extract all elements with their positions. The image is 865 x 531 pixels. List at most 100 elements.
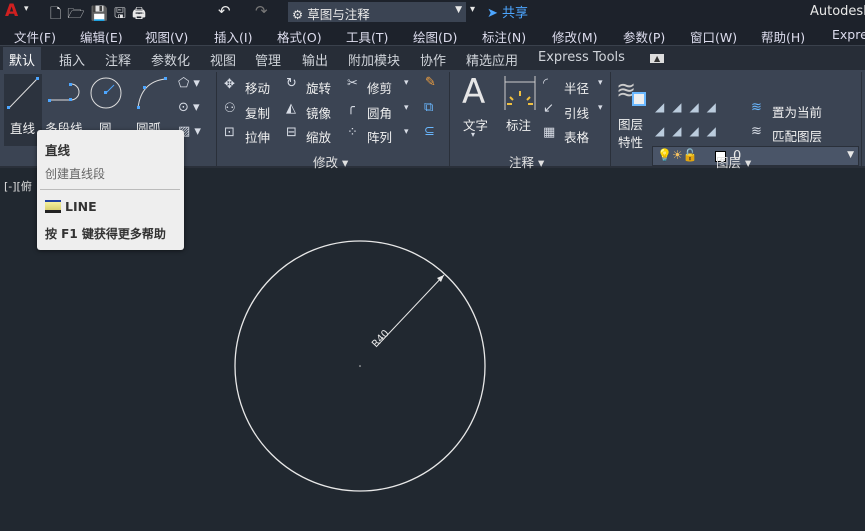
chevron-down-icon[interactable]: ▾ [404, 78, 409, 88]
tab-insert[interactable]: 插入 [59, 50, 85, 69]
tab-parametric[interactable]: 参数化 [151, 50, 190, 69]
annotation-panel-label: 注释 [509, 155, 535, 170]
menu-file[interactable]: 文件(F) [14, 27, 56, 46]
ribbon-tabs: 默认 插入 注释 参数化 视图 管理 输出 附加模块 协作 精选应用 Expre… [0, 46, 865, 70]
chevron-down-icon[interactable]: ▾ [598, 78, 603, 88]
tab-annotate[interactable]: 注释 [105, 50, 131, 69]
app-title: Autodesk [810, 4, 865, 19]
radius-button[interactable]: 半径 [564, 78, 589, 97]
menu-tools[interactable]: 工具(T) [346, 27, 388, 46]
send-icon: ➤ [487, 6, 498, 21]
tooltip-help: 按 F1 键获得更多帮助 [45, 227, 166, 241]
scale-button[interactable]: 缩放 [306, 127, 331, 146]
text-button[interactable]: 文字 [463, 115, 488, 134]
leader-button[interactable]: 引线 [564, 103, 589, 122]
chevron-down-icon[interactable]: ▾ [404, 127, 409, 137]
redo-icon[interactable]: ↷ [255, 2, 268, 20]
mirror-icon: ◭ [286, 101, 296, 116]
menu-bar: 文件(F) 编辑(E) 视图(V) 插入(I) 格式(O) 工具(T) 绘图(D… [0, 24, 865, 46]
menu-help[interactable]: 帮助(H) [761, 27, 805, 46]
layers-panel-title[interactable]: 图层 ▾ [716, 152, 751, 171]
radius-icon: ◜ [543, 76, 549, 91]
menu-express[interactable]: Expre [832, 27, 865, 42]
copy-button[interactable]: 复制 [245, 103, 270, 122]
line-icon [7, 77, 39, 109]
layers-panel-label: 图层 [716, 155, 742, 170]
workspace-dropdown[interactable]: ⚙ 草图与注释 ▼ [288, 2, 466, 22]
undo-icon[interactable]: ↶ [218, 2, 231, 20]
stretch-button[interactable]: 拉伸 [245, 127, 270, 146]
offset-icon[interactable]: ⊆ [424, 124, 435, 139]
modify-panel-label: 修改 [313, 155, 339, 170]
polyline-icon [48, 83, 80, 102]
table-button[interactable]: 表格 [564, 127, 589, 146]
modify-panel-title[interactable]: 修改 ▾ [313, 152, 348, 171]
rotate-icon: ↻ [286, 76, 297, 91]
layer-dropdown[interactable]: 💡☀🔓 0 ▼ [652, 146, 859, 166]
menu-modify[interactable]: 修改(M) [552, 27, 598, 46]
command-icon [45, 200, 61, 213]
trim-button[interactable]: 修剪 [367, 78, 392, 97]
customize-icon[interactable]: ▾ [470, 4, 475, 15]
circle-icon [90, 77, 122, 109]
menu-parametric[interactable]: 参数(P) [623, 27, 665, 46]
line-label: 直线 [10, 121, 36, 136]
center-mark [359, 365, 361, 367]
tooltip-description: 创建直线段 [45, 167, 106, 181]
tooltip-divider [40, 189, 180, 190]
menu-view[interactable]: 视图(V) [145, 27, 188, 46]
dimension-icon[interactable] [503, 76, 537, 110]
gear-icon: ⚙ [292, 7, 304, 22]
app-menu-dropdown-icon[interactable]: ▾ [24, 4, 29, 14]
chevron-down-icon: ▼ [847, 150, 854, 160]
chevron-down-icon[interactable]: ▾ [404, 103, 409, 113]
tab-default[interactable]: 默认 [3, 47, 42, 70]
tab-featured-apps[interactable]: 精选应用 [466, 50, 518, 69]
set-current-button[interactable]: 置为当前 [772, 102, 822, 121]
match-layer-button[interactable]: 匹配图层 [772, 126, 822, 145]
erase-icon[interactable]: ✎ [425, 75, 436, 90]
menu-window[interactable]: 窗口(W) [690, 27, 737, 46]
arc-icon [137, 77, 167, 109]
copy-icon: ⚇ [224, 101, 236, 116]
table-icon: ▦ [543, 125, 556, 140]
dimension-button[interactable]: 标注 [506, 115, 531, 134]
menu-draw[interactable]: 绘图(D) [413, 27, 457, 46]
text-icon[interactable]: A [462, 72, 485, 112]
lightbulb-icon: 💡☀🔓 [657, 148, 698, 162]
tab-collaborate[interactable]: 协作 [420, 50, 446, 69]
workspace-label: 草图与注释 [307, 7, 370, 22]
menu-dimension[interactable]: 标注(N) [482, 27, 526, 46]
chevron-down-icon[interactable]: ▾ [471, 130, 475, 139]
trim-icon: ✂ [347, 76, 358, 91]
mirror-button[interactable]: 镜像 [306, 103, 331, 122]
rotate-button[interactable]: 旋转 [306, 78, 331, 97]
layer-properties-button[interactable]: 图层 [618, 114, 643, 133]
share-button[interactable]: ➤ 共享 [487, 2, 528, 21]
ribbon-minimize-button[interactable]: ▲ [650, 54, 665, 63]
array-button[interactable]: 阵列 [367, 127, 392, 146]
fillet-button[interactable]: 圆角 [367, 103, 392, 122]
explode-icon[interactable]: ⧉ [424, 100, 433, 115]
tab-output[interactable]: 输出 [302, 50, 328, 69]
autocad-logo-icon[interactable]: A [5, 1, 18, 21]
tab-view[interactable]: 视图 [210, 50, 236, 69]
tab-manage[interactable]: 管理 [255, 50, 281, 69]
menu-insert[interactable]: 插入(I) [214, 27, 252, 46]
chevron-down-icon[interactable]: ▾ [598, 103, 603, 113]
ellipse-icon[interactable]: ⊙ ▾ [178, 100, 200, 115]
set-current-icon: ≋ [751, 100, 762, 115]
move-button[interactable]: 移动 [245, 78, 270, 97]
layer-tools-row2-icons[interactable]: ◢◢◢◢ [655, 124, 724, 138]
match-layer-icon: ≋ [751, 124, 762, 139]
annotation-panel-title[interactable]: 注释 ▾ [509, 152, 544, 171]
polygon-icon[interactable]: ⬠ ▾ [178, 76, 200, 91]
menu-edit[interactable]: 编辑(E) [80, 27, 123, 46]
layer-properties-badge-icon [632, 92, 646, 106]
tab-express-tools[interactable]: Express Tools [538, 50, 625, 65]
tooltip-command: LINE [65, 199, 97, 214]
layer-tools-row1-icons[interactable]: ◢◢◢◢ [655, 100, 724, 114]
tab-addins[interactable]: 附加模块 [348, 50, 400, 69]
layer-properties-label: 特性 [618, 135, 644, 150]
menu-format[interactable]: 格式(O) [277, 27, 322, 46]
